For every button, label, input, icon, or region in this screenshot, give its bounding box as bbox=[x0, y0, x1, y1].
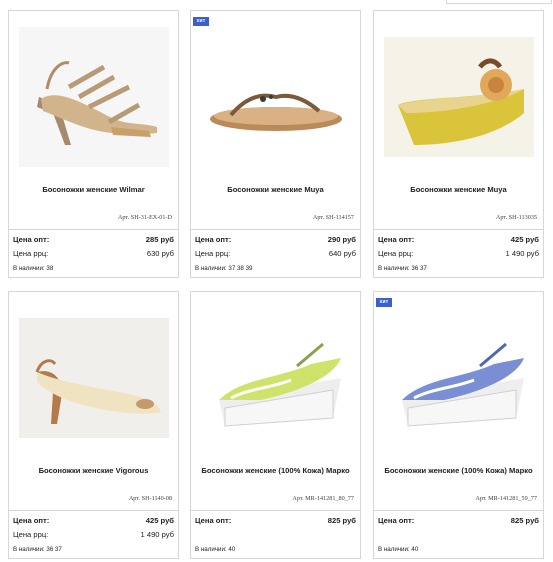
divider bbox=[374, 510, 543, 511]
price-opt-label: Цена опт: bbox=[378, 516, 415, 525]
price-opt-value: 825 руб bbox=[327, 516, 356, 525]
top-tab-outline bbox=[446, 0, 552, 4]
price-opt-row: Цена опт: 290 руб bbox=[195, 235, 356, 244]
product-sku: Арт. SH-114157 bbox=[312, 214, 354, 221]
product-card[interactable]: хит Босоножки женские Muya Арт. SH-11415… bbox=[190, 10, 361, 278]
hit-badge: хит bbox=[193, 17, 209, 26]
product-title[interactable]: Босоножки женские (100% Кожа) Марко bbox=[374, 466, 543, 475]
stock-info: В наличии: 37 38 39 bbox=[195, 265, 252, 272]
product-title[interactable]: Босоножки женские Muya bbox=[374, 185, 543, 194]
stock-info: В наличии: 40 bbox=[378, 546, 418, 553]
price-opt-row: Цена опт: 825 руб bbox=[378, 516, 539, 525]
price-opt-value: 290 руб bbox=[327, 235, 356, 244]
product-card[interactable]: Босоножки женские Vigorous Арт. SH-1140-… bbox=[8, 291, 179, 559]
product-image[interactable] bbox=[191, 11, 360, 183]
product-sku: Арт. SH-113035 bbox=[495, 214, 537, 221]
price-opt-row: Цена опт: 285 руб bbox=[13, 235, 174, 244]
price-opt-value: 425 руб bbox=[510, 235, 539, 244]
stock-label: В наличии: bbox=[195, 546, 227, 553]
stock-label: В наличии: bbox=[13, 265, 45, 272]
stock-sizes: 38 bbox=[46, 265, 54, 272]
price-rrc-value: 630 руб bbox=[146, 249, 174, 258]
stock-sizes: 40 bbox=[411, 546, 419, 553]
price-opt-value: 425 руб bbox=[145, 516, 174, 525]
price-opt-row: Цена опт: 425 руб bbox=[378, 235, 539, 244]
price-opt-label: Цена опт: bbox=[13, 516, 50, 525]
price-rrc-label: Цена ррц: bbox=[195, 249, 231, 258]
product-card[interactable]: Босоножки женские (100% Кожа) Марко Арт.… bbox=[190, 291, 361, 559]
product-sku: Арт. MR-141281_80_77 bbox=[292, 495, 354, 502]
price-opt-value: 825 руб bbox=[510, 516, 539, 525]
stock-sizes: 37 38 39 bbox=[228, 265, 253, 272]
stock-info: В наличии: 40 bbox=[195, 546, 235, 553]
price-opt-label: Цена опт: bbox=[378, 235, 415, 244]
product-card[interactable]: Босоножки женские Muya Арт. SH-113035 Це… bbox=[373, 10, 544, 278]
hit-badge: хит bbox=[376, 298, 392, 307]
price-rrc-value: 640 руб bbox=[328, 249, 356, 258]
product-card[interactable]: Босоножки женские Wilmar Арт. SH-31-EX-0… bbox=[8, 10, 179, 278]
product-title[interactable]: Босоножки женские Vigorous bbox=[9, 466, 178, 475]
divider bbox=[9, 229, 178, 230]
price-rrc-label: Цена ррц: bbox=[13, 249, 49, 258]
product-image[interactable] bbox=[374, 292, 543, 464]
wedge-sandal-image bbox=[383, 37, 534, 157]
price-opt-row: Цена опт: 825 руб bbox=[195, 516, 356, 525]
stock-sizes: 40 bbox=[228, 546, 236, 553]
flip-flop-image bbox=[200, 27, 351, 167]
price-rrc-row: Цена ррц: 1 490 руб bbox=[13, 530, 174, 539]
price-rrc-row: Цена ррц: 1 490 руб bbox=[378, 249, 539, 258]
product-image[interactable] bbox=[9, 292, 178, 464]
price-rrc-value: 1 490 руб bbox=[505, 249, 539, 258]
stock-label: В наличии: bbox=[378, 546, 410, 553]
divider bbox=[191, 510, 360, 511]
stock-info: В наличии: 36 37 bbox=[13, 546, 62, 553]
stock-label: В наличии: bbox=[378, 265, 410, 272]
product-image[interactable] bbox=[374, 11, 543, 183]
product-sku: Арт. SH-31-EX-01-D bbox=[117, 214, 172, 221]
price-rrc-row: Цена ррц: 640 руб bbox=[195, 249, 356, 258]
price-opt-label: Цена опт: bbox=[13, 235, 50, 244]
product-sku: Арт. MR-141281_59_77 bbox=[475, 495, 537, 502]
product-image[interactable] bbox=[9, 11, 178, 183]
stock-sizes: 36 37 bbox=[46, 546, 62, 553]
stock-label: В наличии: bbox=[195, 265, 227, 272]
price-opt-row: Цена опт: 425 руб bbox=[13, 516, 174, 525]
product-image[interactable] bbox=[191, 292, 360, 464]
product-title[interactable]: Босоножки женские (100% Кожа) Марко bbox=[191, 466, 360, 475]
product-sku: Арт. SH-1140-08 bbox=[128, 495, 172, 502]
price-rrc-row: Цена ррц: 630 руб bbox=[13, 249, 174, 258]
price-rrc-label: Цена ррц: bbox=[378, 249, 414, 258]
stock-label: В наличии: bbox=[13, 546, 45, 553]
product-title[interactable]: Босоножки женские Muya bbox=[191, 185, 360, 194]
platform-wedge-blue-image bbox=[383, 308, 534, 448]
stock-sizes: 36 37 bbox=[411, 265, 427, 272]
price-opt-label: Цена опт: bbox=[195, 235, 232, 244]
product-card[interactable]: хит Босоножки женские (100% Кожа) Марко … bbox=[373, 291, 544, 559]
slingback-heel-image bbox=[18, 318, 169, 438]
price-opt-label: Цена опт: bbox=[195, 516, 232, 525]
platform-wedge-lime-image bbox=[200, 308, 351, 448]
divider bbox=[374, 229, 543, 230]
stock-info: В наличии: 36 37 bbox=[378, 265, 427, 272]
product-title[interactable]: Босоножки женские Wilmar bbox=[9, 185, 178, 194]
divider bbox=[191, 229, 360, 230]
price-opt-value: 285 руб bbox=[145, 235, 174, 244]
divider bbox=[9, 510, 178, 511]
heeled-sandal-image bbox=[18, 27, 169, 167]
price-rrc-label: Цена ррц: bbox=[13, 530, 49, 539]
price-rrc-value: 1 490 руб bbox=[140, 530, 174, 539]
stock-info: В наличии: 38 bbox=[13, 265, 53, 272]
